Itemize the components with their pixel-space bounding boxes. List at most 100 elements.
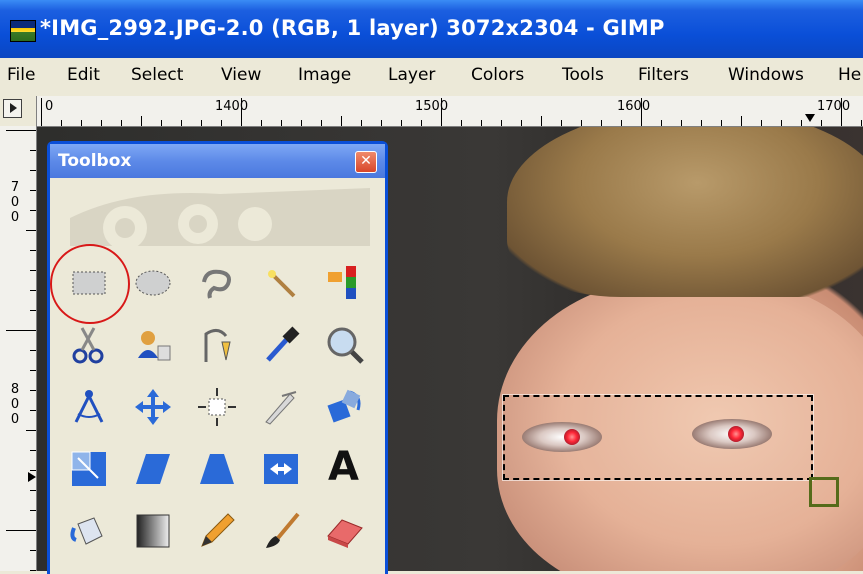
tool-free-select[interactable] [186, 252, 246, 314]
tool-bucket-fill[interactable] [58, 500, 118, 562]
ruler-tick [301, 120, 302, 126]
scale-icon [71, 451, 106, 486]
ruler-tick [601, 120, 602, 126]
move-icon [135, 389, 171, 425]
menu-view[interactable]: View [221, 65, 261, 85]
ruler-tick [541, 116, 542, 126]
tool-pencil[interactable] [186, 500, 246, 562]
tool-crop[interactable] [250, 376, 310, 438]
tool-rotate[interactable] [314, 376, 374, 438]
toolbox-titlebar[interactable]: Toolbox ✕ [50, 144, 385, 178]
ruler-label: 1600 [617, 99, 651, 114]
ruler-tick [841, 98, 842, 126]
menu-filters[interactable]: Filters [638, 65, 689, 85]
ruler-tick [181, 120, 182, 126]
ruler-tick [621, 120, 622, 126]
tool-flip[interactable] [250, 438, 310, 500]
shear-icon [136, 454, 170, 484]
wilber-logo [70, 188, 370, 246]
tool-foreground-select[interactable] [122, 314, 182, 376]
tool-fuzzy-select[interactable] [250, 252, 310, 314]
ruler-row: 0 1400 1500 1600 1700 [0, 96, 863, 127]
tool-eraser[interactable] [314, 500, 374, 562]
ruler-tick [281, 120, 282, 126]
ruler-tick [521, 120, 522, 126]
ruler-tick [30, 150, 36, 151]
color-picker-icon [266, 326, 300, 362]
tool-align[interactable] [186, 376, 246, 438]
horizontal-ruler[interactable]: 0 1400 1500 1600 1700 [36, 96, 863, 126]
ruler-tick [30, 470, 36, 471]
vertical-ruler[interactable]: 7 0 0 8 0 0 [0, 126, 37, 571]
ruler-label: 1500 [415, 99, 449, 114]
ruler-tick [421, 120, 422, 126]
tool-perspective[interactable] [186, 438, 246, 500]
flip-icon [264, 454, 298, 484]
tool-text[interactable]: A [314, 438, 374, 500]
ruler-tick [161, 120, 162, 126]
tool-paintbrush[interactable] [250, 500, 310, 562]
ruler-tick [41, 98, 42, 126]
tool-scale[interactable] [58, 438, 118, 500]
toolbox-title: Toolbox [58, 151, 132, 171]
perspective-icon [200, 454, 234, 484]
tool-move[interactable] [122, 376, 182, 438]
eraser-icon [327, 519, 363, 548]
tool-blend[interactable] [122, 500, 182, 562]
ruler-label: 0 [10, 210, 20, 225]
menu-windows[interactable]: Windows [728, 65, 804, 85]
window-titlebar[interactable]: *IMG_2992.JPG-2.0 (RGB, 1 layer) 3072x23… [0, 0, 863, 58]
ruler-tick [30, 550, 36, 551]
menu-help[interactable]: He [838, 65, 861, 85]
tool-select-by-color[interactable] [314, 252, 374, 314]
ruler-tick [121, 120, 122, 126]
gimp-app-icon[interactable] [10, 20, 36, 42]
ruler-label: 8 [10, 382, 20, 397]
ruler-tick [30, 290, 36, 291]
ruler-tick [761, 120, 762, 126]
ruler-tick [141, 116, 142, 126]
ruler-tick [721, 120, 722, 126]
menu-colors[interactable]: Colors [471, 65, 524, 85]
tool-rect-select[interactable] [58, 252, 118, 314]
ruler-tick [561, 120, 562, 126]
ruler-tick [30, 370, 36, 371]
select-by-color-icon [328, 266, 356, 299]
tool-color-picker[interactable] [250, 314, 310, 376]
ruler-tick [581, 120, 582, 126]
ruler-tick [241, 98, 242, 126]
menu-edit[interactable]: Edit [67, 65, 100, 85]
menu-image[interactable]: Image [298, 65, 351, 85]
fuzzy-select-icon [268, 270, 296, 298]
ruler-tick [26, 430, 36, 431]
menu-tools[interactable]: Tools [562, 65, 604, 85]
menu-layer[interactable]: Layer [388, 65, 435, 85]
menubar: File Edit Select View Image Layer Colors… [0, 58, 863, 96]
free-select-icon [202, 269, 231, 299]
ruler-label: 0 [10, 195, 20, 210]
ruler-tick [461, 120, 462, 126]
ruler-tick [701, 120, 702, 126]
tool-paths[interactable] [186, 314, 246, 376]
ruler-tick [30, 490, 36, 491]
menu-file[interactable]: File [7, 65, 35, 85]
ruler-tick [30, 450, 36, 451]
menu-select[interactable]: Select [131, 65, 183, 85]
photo-hair [507, 127, 863, 297]
navigate-button[interactable] [3, 99, 22, 118]
tool-ellipse-select[interactable] [122, 252, 182, 314]
tool-scissors[interactable] [58, 314, 118, 376]
ruler-tick [30, 390, 36, 391]
ruler-tick [661, 120, 662, 126]
selection-resize-handle[interactable] [809, 477, 839, 507]
ruler-tick [30, 410, 36, 411]
ruler-tick [481, 120, 482, 126]
tool-shear[interactable] [122, 438, 182, 500]
tool-measure[interactable] [58, 376, 118, 438]
close-icon[interactable]: ✕ [355, 151, 377, 173]
pointer-marker-icon [805, 114, 815, 122]
rect-selection-marquee[interactable] [503, 395, 813, 480]
text-icon: A [328, 444, 359, 490]
ruler-label: 0 [45, 99, 54, 114]
tool-zoom[interactable] [314, 314, 374, 376]
